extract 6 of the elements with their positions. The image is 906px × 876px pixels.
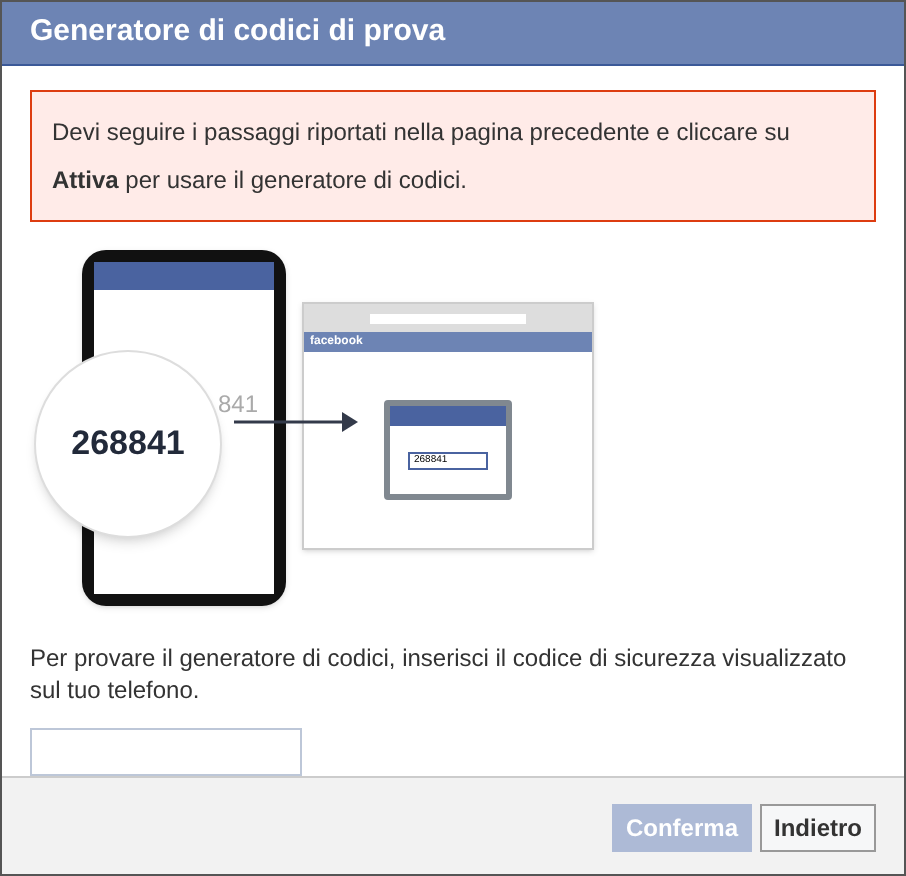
alert-text: Devi seguire i passaggi riportati nella pagina precedente e cliccare su Attiva per usare il generatore di codici. (52, 118, 790, 194)
instruction-text: Per provare il generatore di codici, inserisci il codice di sicurezza visualizzato sul tuo telefono. (30, 642, 849, 706)
window-title: Generatore di codici di prova (30, 12, 446, 53)
back-button[interactable]: Indietro (760, 803, 876, 851)
phone-code: 841 (217, 388, 258, 422)
magnified-code: 268841 (71, 422, 185, 467)
